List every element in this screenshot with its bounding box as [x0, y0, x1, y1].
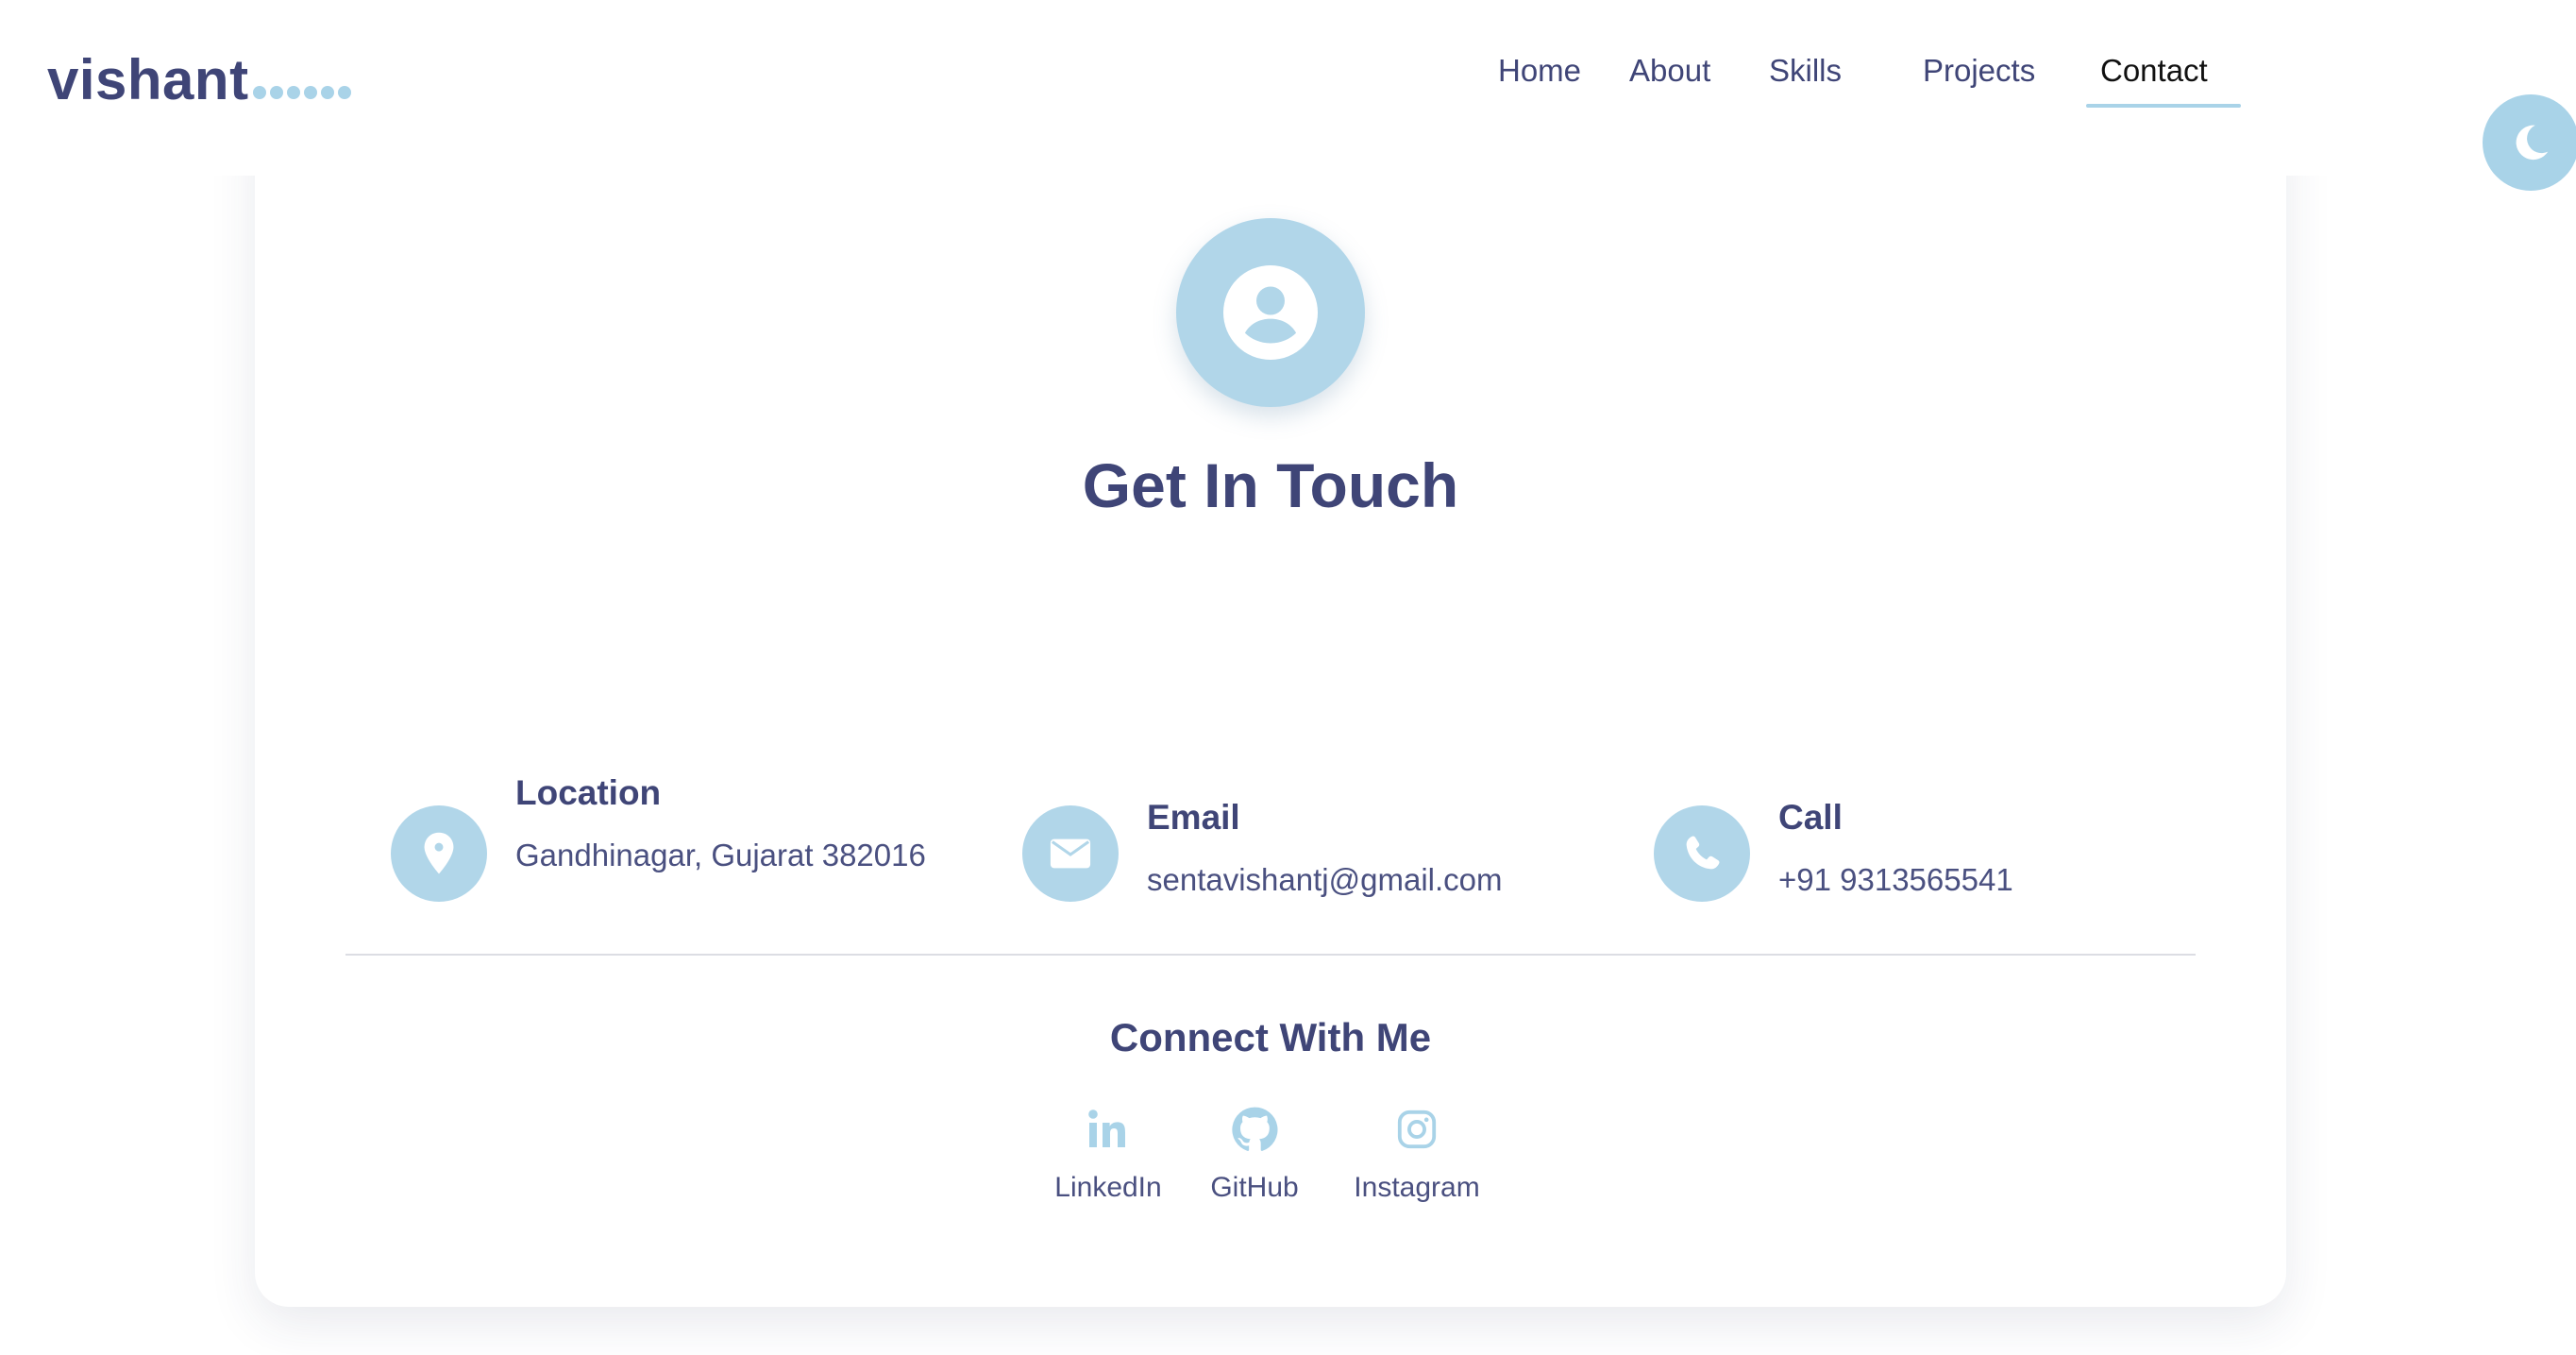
- contact-email: Email sentavishantj@gmail.com: [1022, 656, 1589, 902]
- location-label: Location: [515, 773, 662, 812]
- location-pin-icon: [424, 832, 454, 874]
- brand-dot: [320, 86, 334, 99]
- nav-item-contact[interactable]: Contact: [2100, 53, 2208, 89]
- nav-item-about[interactable]: About: [1629, 53, 1710, 89]
- moon-icon: [2516, 125, 2549, 161]
- github-label: GitHub: [1210, 1172, 1299, 1203]
- connect-title: Connect With Me: [1109, 1015, 1432, 1059]
- brand-name: vishant: [47, 48, 249, 111]
- contact-card: Get In Touch Location Gandhinagar, Gujar…: [255, 113, 2286, 1307]
- github-icon: [1232, 1107, 1278, 1151]
- brand-dot: [303, 86, 317, 99]
- location-value: Gandhinagar, Gujarat 382016: [515, 838, 926, 872]
- avatar: [1176, 218, 1365, 407]
- email-icon-circle: [1022, 805, 1119, 902]
- nav-active-indicator: [2086, 104, 2241, 108]
- site-header: vishant Home About Skills Projects Conta…: [0, 0, 2576, 176]
- social-link-linkedin[interactable]: LinkedIn: [1028, 1100, 1188, 1204]
- page: vishant Home About Skills Projects Conta…: [0, 0, 2576, 1355]
- email-label: Email: [1147, 798, 1240, 837]
- call-icon-circle: [1654, 805, 1750, 902]
- email-value[interactable]: sentavishantj@gmail.com: [1147, 855, 1600, 905]
- instagram-icon: [1397, 1109, 1437, 1149]
- call-value[interactable]: +91 9313565541: [1778, 855, 2231, 905]
- envelope-icon: [1050, 838, 1091, 869]
- linkedin-label: LinkedIn: [1054, 1172, 1162, 1203]
- contact-location: Location Gandhinagar, Gujarat 382016: [391, 656, 957, 902]
- social-link-instagram[interactable]: Instagram: [1337, 1100, 1497, 1204]
- section-divider: [345, 954, 2196, 956]
- contact-call: Call +91 9313565541: [1654, 656, 2220, 902]
- user-circle-icon: [1223, 265, 1318, 360]
- brand-dot: [252, 86, 266, 99]
- nav-item-skills[interactable]: Skills: [1769, 53, 1842, 89]
- brand-dot: [286, 86, 300, 99]
- brand-logo[interactable]: vishant: [47, 47, 351, 112]
- brand-dot: [337, 86, 351, 99]
- nav-item-home[interactable]: Home: [1498, 53, 1581, 89]
- location-icon-circle: [391, 805, 487, 902]
- brand-dot: [269, 86, 283, 99]
- social-link-github[interactable]: GitHub: [1174, 1100, 1335, 1204]
- instagram-label: Instagram: [1354, 1172, 1480, 1203]
- contact-title: Get In Touch: [1082, 450, 1459, 520]
- linkedin-icon: [1088, 1109, 1125, 1147]
- brand-dots: [252, 86, 351, 99]
- nav-item-projects[interactable]: Projects: [1923, 53, 2035, 89]
- theme-toggle-button[interactable]: [2483, 94, 2576, 191]
- call-label: Call: [1778, 798, 1843, 837]
- phone-icon: [1686, 836, 1720, 870]
